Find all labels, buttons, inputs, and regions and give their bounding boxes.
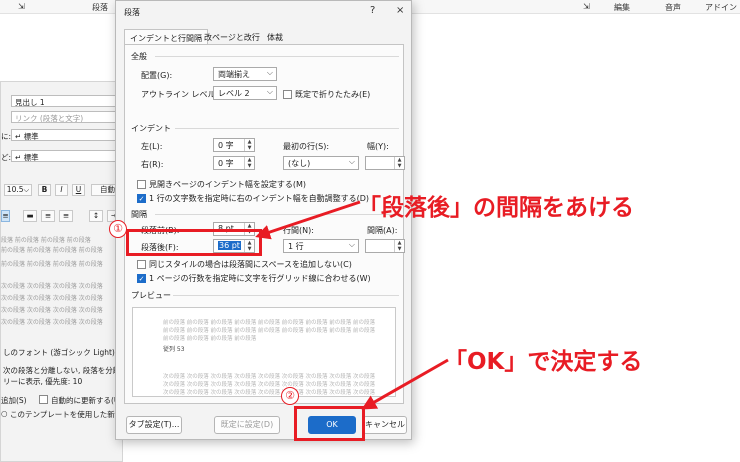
callout-space-after: 「段落後」の間隔をあける xyxy=(358,195,634,221)
callout-ok: 「OK」で決定する xyxy=(444,349,643,375)
arrow-to-ok xyxy=(361,358,449,410)
annotation-arrows xyxy=(255,200,449,410)
arrow-to-space-after xyxy=(255,200,361,240)
